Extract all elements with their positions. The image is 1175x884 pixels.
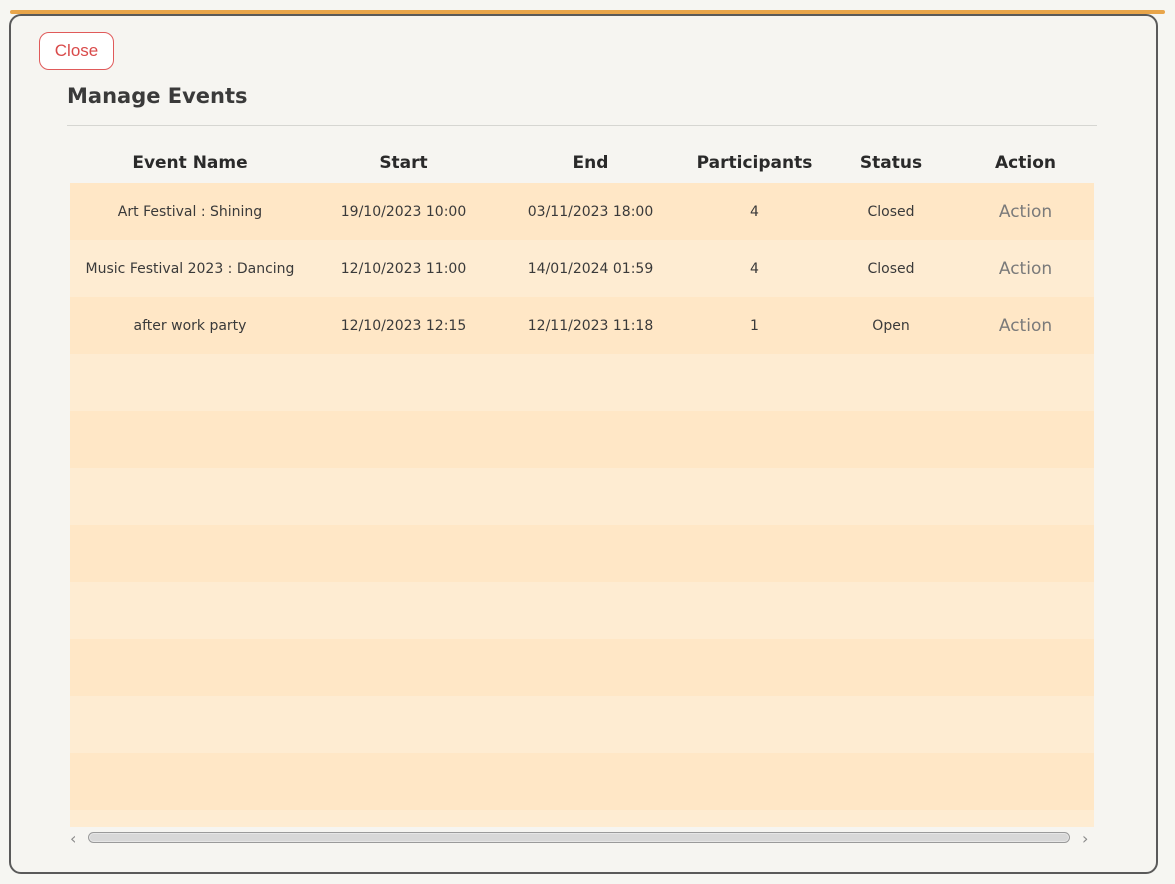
event-name-cell: Music Festival 2023 : Dancing bbox=[70, 240, 310, 297]
column-header-end: End bbox=[497, 143, 684, 183]
event-name-cell: Art Festival : Shining bbox=[70, 183, 310, 240]
status-cell: Closed bbox=[825, 240, 957, 297]
participants-cell: 4 bbox=[684, 183, 825, 240]
empty-row bbox=[70, 639, 1094, 696]
event-name-cell: after work party bbox=[70, 297, 310, 354]
horizontal-scrollbar[interactable]: ‹ › bbox=[70, 827, 1094, 849]
events-table-container[interactable]: Event Name Start End Participants Status… bbox=[70, 143, 1094, 827]
dialog-title: Manage Events bbox=[67, 84, 248, 108]
end-cell: 03/11/2023 18:00 bbox=[497, 183, 684, 240]
status-cell: Closed bbox=[825, 183, 957, 240]
action-button[interactable]: Action bbox=[957, 240, 1094, 297]
table-row: after work party 12/10/2023 12:15 12/11/… bbox=[70, 297, 1094, 354]
start-cell: 19/10/2023 10:00 bbox=[310, 183, 497, 240]
scroll-track[interactable] bbox=[88, 832, 1070, 843]
chevron-right-icon[interactable]: › bbox=[1082, 829, 1088, 848]
empty-row bbox=[70, 468, 1094, 525]
empty-row bbox=[70, 411, 1094, 468]
empty-row bbox=[70, 525, 1094, 582]
participants-cell: 4 bbox=[684, 240, 825, 297]
table-row: Music Festival 2023 : Dancing 12/10/2023… bbox=[70, 240, 1094, 297]
table-header-row: Event Name Start End Participants Status… bbox=[70, 143, 1094, 183]
end-cell: 14/01/2024 01:59 bbox=[497, 240, 684, 297]
empty-row bbox=[70, 354, 1094, 411]
title-divider bbox=[67, 125, 1097, 126]
column-header-action: Action bbox=[957, 143, 1094, 183]
manage-events-dialog: Close Manage Events Event Name Start End… bbox=[9, 14, 1158, 874]
participants-cell: 1 bbox=[684, 297, 825, 354]
start-cell: 12/10/2023 12:15 bbox=[310, 297, 497, 354]
close-button[interactable]: Close bbox=[39, 32, 114, 70]
action-button[interactable]: Action bbox=[957, 297, 1094, 354]
action-button[interactable]: Action bbox=[957, 183, 1094, 240]
table-row: Art Festival : Shining 19/10/2023 10:00 … bbox=[70, 183, 1094, 240]
empty-row bbox=[70, 696, 1094, 753]
column-header-participants: Participants bbox=[684, 143, 825, 183]
status-cell: Open bbox=[825, 297, 957, 354]
scroll-thumb[interactable] bbox=[90, 834, 1068, 841]
empty-row bbox=[70, 582, 1094, 639]
events-table: Event Name Start End Participants Status… bbox=[70, 143, 1094, 827]
column-header-event-name: Event Name bbox=[70, 143, 310, 183]
empty-row bbox=[70, 753, 1094, 810]
end-cell: 12/11/2023 11:18 bbox=[497, 297, 684, 354]
start-cell: 12/10/2023 11:00 bbox=[310, 240, 497, 297]
column-header-start: Start bbox=[310, 143, 497, 183]
chevron-left-icon[interactable]: ‹ bbox=[70, 829, 76, 848]
empty-row bbox=[70, 810, 1094, 827]
column-header-status: Status bbox=[825, 143, 957, 183]
